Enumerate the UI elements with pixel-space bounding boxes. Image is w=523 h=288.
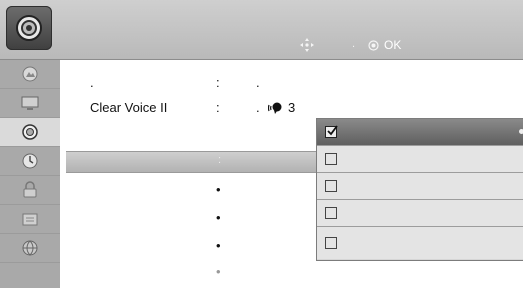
ok-button-icon xyxy=(368,40,379,51)
audio-category-icon xyxy=(6,6,52,50)
dropdown-option-3[interactable] xyxy=(317,173,523,200)
checkbox-checked[interactable] xyxy=(325,125,338,138)
menu-header: . OK xyxy=(0,0,523,60)
hint-separator: . xyxy=(352,38,356,50)
network-icon xyxy=(22,240,38,256)
dropdown-option-2[interactable] xyxy=(317,146,523,173)
list-item-bullet: • xyxy=(216,264,221,279)
sidebar-item-picture[interactable] xyxy=(0,60,60,89)
dropdown-option-5[interactable] xyxy=(317,227,523,259)
setting-label: . xyxy=(90,75,94,90)
options-dropdown xyxy=(316,118,523,261)
screen-icon xyxy=(21,96,39,110)
sidebar-item-screen[interactable] xyxy=(0,89,60,118)
clear-voice-value-prefix: . xyxy=(256,100,260,115)
list-item-bullet: • xyxy=(216,238,221,253)
sidebar-item-lock[interactable] xyxy=(0,176,60,205)
selected-row-separator: : xyxy=(218,154,222,166)
clear-voice-icon xyxy=(268,102,282,114)
audio-menu-screen: . OK .: . Clear Voice II: . 3: • • • … xyxy=(0,0,523,288)
list-item-bullet: • xyxy=(216,182,221,197)
checkbox[interactable] xyxy=(325,180,337,192)
dropdown-option-4[interactable] xyxy=(317,200,523,227)
picture-icon xyxy=(22,66,38,82)
clock-icon xyxy=(22,153,38,169)
sidebar-item-time[interactable] xyxy=(0,147,60,176)
navigate-arrows-icon xyxy=(300,38,314,52)
option-icon xyxy=(22,213,38,226)
audio-icon xyxy=(22,124,38,140)
selected-indicator-icon xyxy=(519,129,523,134)
checkmark-icon xyxy=(327,125,338,136)
ok-hint-label: OK xyxy=(384,38,402,52)
setting-separator: : xyxy=(216,75,220,90)
clear-voice-separator: : xyxy=(216,100,220,115)
list-item-bullet: • xyxy=(216,210,221,225)
lock-icon xyxy=(23,181,37,198)
checkbox[interactable] xyxy=(325,153,337,165)
clear-voice-level: 3 xyxy=(288,100,296,115)
sidebar-item-network[interactable] xyxy=(0,234,60,263)
checkbox[interactable] xyxy=(325,237,337,249)
setting-value: . xyxy=(256,75,260,90)
category-sidebar xyxy=(0,60,60,288)
checkbox[interactable] xyxy=(325,207,337,219)
sidebar-item-audio[interactable] xyxy=(0,118,60,147)
clear-voice-label[interactable]: Clear Voice II xyxy=(90,100,167,115)
sidebar-item-option[interactable] xyxy=(0,205,60,234)
dropdown-option-1[interactable] xyxy=(317,119,523,146)
